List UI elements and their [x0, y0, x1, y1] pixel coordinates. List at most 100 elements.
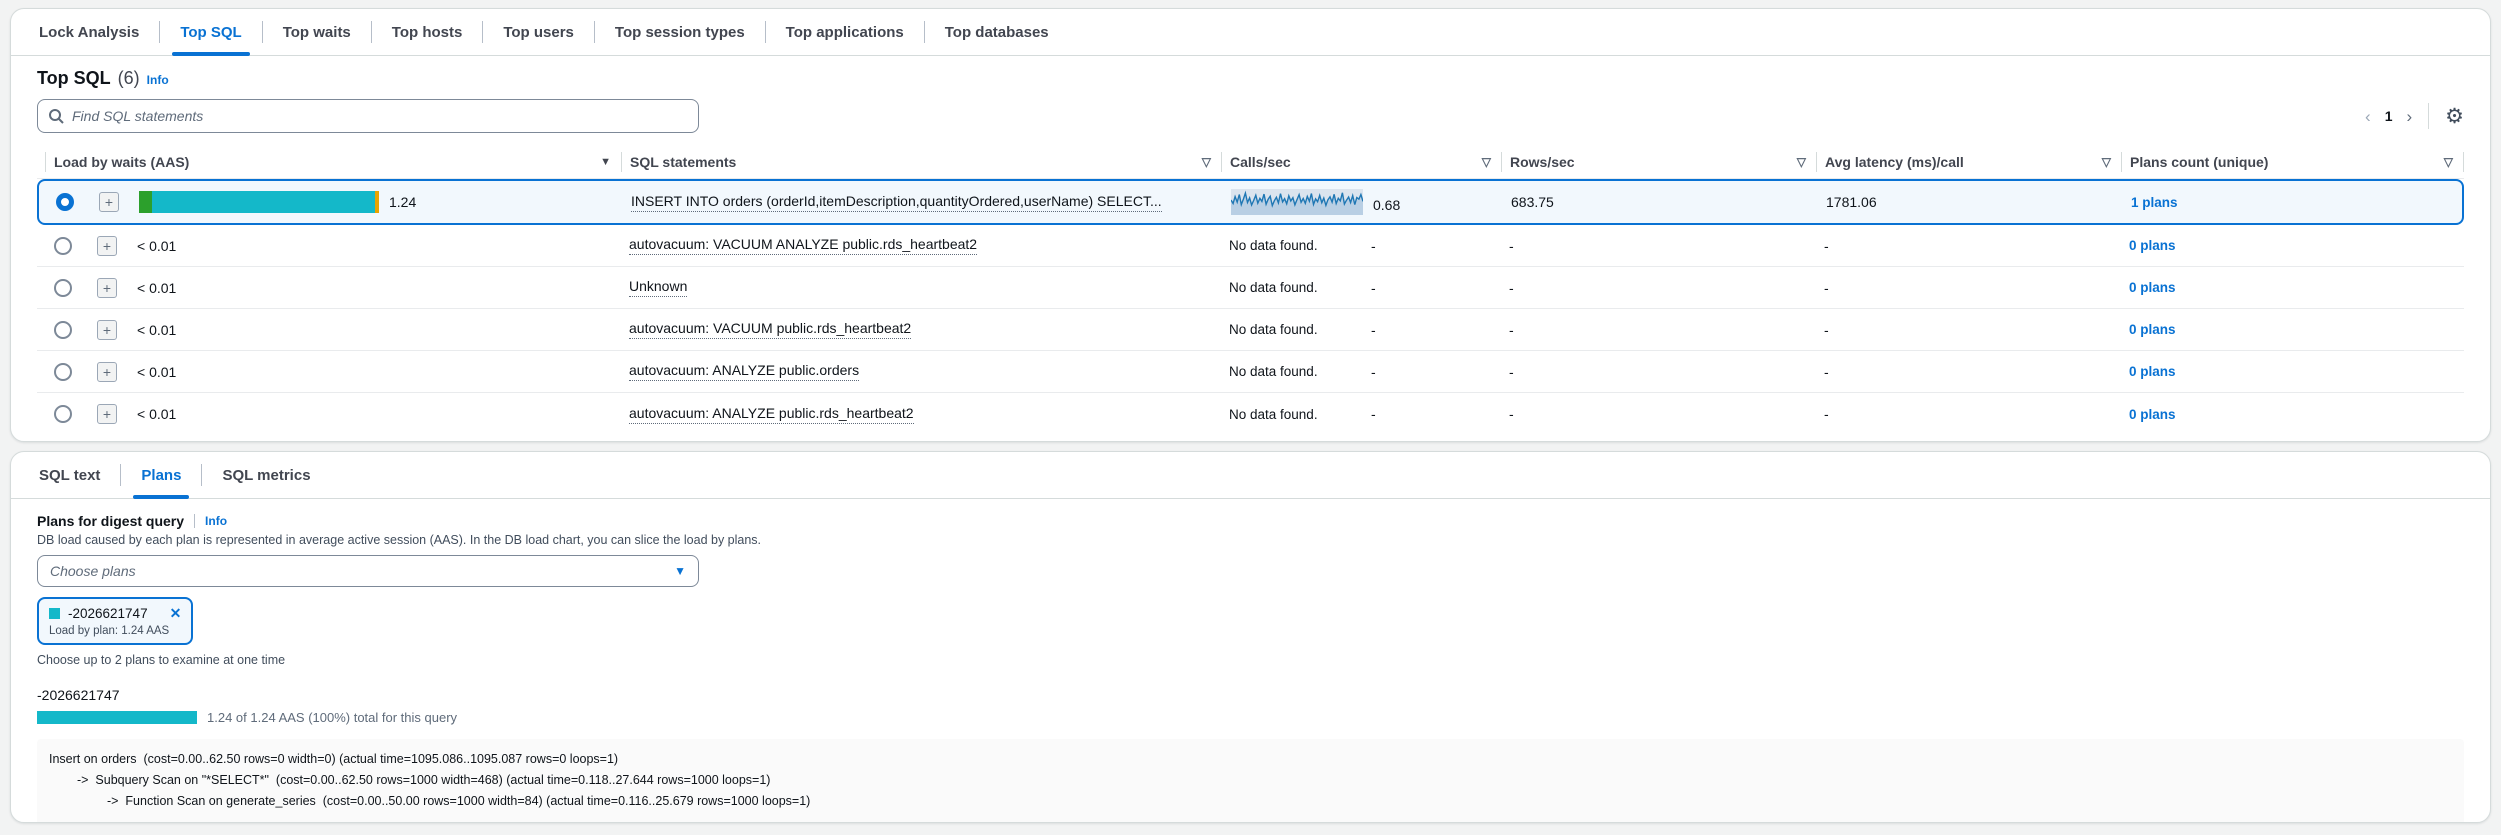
tab-sql-text[interactable]: SQL text [19, 452, 120, 498]
latency-value: - [1824, 364, 1829, 380]
choose-plans-dropdown[interactable]: Choose plans ▼ [37, 555, 699, 587]
settings-gear-icon[interactable]: ⚙ [2445, 104, 2464, 129]
load-value: 1.24 [389, 194, 416, 210]
table-row[interactable]: + < 0.01 autovacuum: VACUUM ANALYZE publ… [37, 225, 2464, 267]
latency-value: - [1824, 406, 1829, 422]
sort-icon[interactable]: ▽ [2102, 155, 2111, 169]
expand-row-icon[interactable]: + [97, 404, 117, 424]
chevron-down-icon: ▼ [674, 564, 686, 578]
expand-row-icon[interactable]: + [97, 278, 117, 298]
rows-sec-value: - [1509, 364, 1514, 380]
row-radio-selected[interactable] [56, 193, 74, 211]
table-row[interactable]: + < 0.01 autovacuum: VACUUM public.rds_h… [37, 309, 2464, 351]
plan-load-progress-label: 1.24 of 1.24 AAS (100%) total for this q… [207, 710, 457, 725]
plans-count-link[interactable]: 0 plans [2129, 280, 2176, 295]
plans-count-link[interactable]: 0 plans [2129, 407, 2176, 422]
plan-chip-id: -2026621747 [68, 606, 148, 621]
sql-statement-link[interactable]: autovacuum: VACUUM public.rds_heartbeat2 [629, 320, 911, 339]
rows-sec-value: - [1509, 280, 1514, 296]
rows-sec-value: - [1509, 238, 1514, 254]
plan-line: -> Subquery Scan on "*SELECT*" (cost=0.0… [49, 770, 2452, 791]
table-row[interactable]: + < 0.01 autovacuum: ANALYZE public.rds_… [37, 393, 2464, 435]
tab-plans[interactable]: Plans [121, 452, 201, 498]
plans-count-link[interactable]: 0 plans [2129, 322, 2176, 337]
calls-no-data: No data found. [1229, 364, 1361, 379]
table-row[interactable]: + 1.24 INSERT INTO orders (orderId,itemD… [37, 179, 2464, 225]
row-radio[interactable] [54, 405, 72, 423]
close-icon[interactable]: ✕ [170, 605, 182, 622]
table-row[interactable]: + < 0.01 Unknown No data found. - - - 0 … [37, 267, 2464, 309]
next-page-button[interactable]: › [2407, 108, 2413, 125]
sort-icon[interactable]: ▽ [1482, 155, 1491, 169]
row-radio[interactable] [54, 279, 72, 297]
column-calls-sec[interactable]: Calls/sec ▽ [1221, 152, 1501, 172]
rows-sec-value: - [1509, 322, 1514, 338]
search-box[interactable] [37, 99, 699, 133]
tab-top-applications[interactable]: Top applications [766, 9, 924, 55]
tab-top-users[interactable]: Top users [483, 9, 594, 55]
latency-value: - [1824, 280, 1829, 296]
sort-desc-icon[interactable]: ▼ [600, 156, 611, 168]
row-radio[interactable] [54, 363, 72, 381]
column-rows-sec[interactable]: Rows/sec ▽ [1501, 152, 1816, 172]
latency-value: - [1824, 322, 1829, 338]
info-link[interactable]: Info [147, 73, 169, 87]
plans-count-link[interactable]: 0 plans [2129, 364, 2176, 379]
table-header: Load by waits (AAS) ▼ SQL statements ▽ C… [37, 145, 2464, 179]
expand-row-icon[interactable]: + [97, 320, 117, 340]
expand-row-icon[interactable]: + [99, 192, 119, 212]
tab-lock-analysis[interactable]: Lock Analysis [19, 9, 159, 55]
rows-sec-value: - [1509, 406, 1514, 422]
sort-icon[interactable]: ▽ [1797, 155, 1806, 169]
calls-value: - [1371, 364, 1376, 380]
column-avg-latency[interactable]: Avg latency (ms)/call ▽ [1816, 152, 2121, 172]
calls-no-data: No data found. [1229, 280, 1361, 295]
plan-color-swatch [49, 608, 60, 619]
column-load-by-waits[interactable]: Load by waits (AAS) ▼ [45, 152, 621, 172]
selected-plan-chip[interactable]: -2026621747 ✕ Load by plan: 1.24 AAS [37, 597, 193, 645]
expand-row-icon[interactable]: + [97, 362, 117, 382]
previous-page-button[interactable]: ‹ [2365, 108, 2371, 125]
explain-plan-panel: Insert on orders (cost=0.00..62.50 rows=… [37, 739, 2464, 823]
search-input[interactable] [72, 108, 688, 124]
sort-icon[interactable]: ▽ [1202, 155, 1211, 169]
sql-statement-link[interactable]: autovacuum: VACUUM ANALYZE public.rds_he… [629, 236, 977, 255]
row-radio[interactable] [54, 321, 72, 339]
plans-count-link[interactable]: 1 plans [2131, 195, 2178, 210]
sql-statement-link[interactable]: Unknown [629, 278, 687, 297]
plans-count-link[interactable]: 0 plans [2129, 238, 2176, 253]
calls-no-data: No data found. [1229, 238, 1361, 253]
title-separator [194, 514, 195, 528]
table-row[interactable]: + < 0.01 autovacuum: ANALYZE public.orde… [37, 351, 2464, 393]
tab-top-hosts[interactable]: Top hosts [372, 9, 483, 55]
info-link[interactable]: Info [205, 514, 227, 528]
load-value: < 0.01 [137, 238, 176, 254]
plan-line: -> Function Scan on generate_series (cos… [49, 791, 2452, 812]
calls-no-data: No data found. [1229, 407, 1361, 422]
latency-value: - [1824, 238, 1829, 254]
current-page[interactable]: 1 [2385, 108, 2393, 124]
plans-section-title: Plans for digest query [37, 513, 184, 529]
calls-value: - [1371, 280, 1376, 296]
load-value: < 0.01 [137, 322, 176, 338]
sql-statement-link[interactable]: autovacuum: ANALYZE public.orders [629, 362, 859, 381]
tab-top-sql[interactable]: Top SQL [160, 9, 261, 55]
plan-chip-load: Load by plan: 1.24 AAS [49, 625, 181, 637]
tab-top-databases[interactable]: Top databases [925, 9, 1069, 55]
calls-value: 0.68 [1373, 197, 1400, 215]
calls-sparkline [1231, 189, 1363, 215]
row-radio[interactable] [54, 237, 72, 255]
tab-top-waits[interactable]: Top waits [263, 9, 371, 55]
calls-value: - [1371, 322, 1376, 338]
expand-row-icon[interactable]: + [97, 236, 117, 256]
column-sql-statements[interactable]: SQL statements ▽ [621, 152, 1221, 172]
calls-value: - [1371, 406, 1376, 422]
column-plans-count[interactable]: Plans count (unique) ▽ [2121, 152, 2464, 172]
pagination: ‹ 1 › [2365, 108, 2412, 125]
tab-sql-metrics[interactable]: SQL metrics [202, 452, 330, 498]
tab-top-session-types[interactable]: Top session types [595, 9, 765, 55]
sql-statement-link[interactable]: INSERT INTO orders (orderId,itemDescript… [631, 193, 1162, 212]
sort-icon[interactable]: ▽ [2444, 155, 2453, 169]
sql-statement-link[interactable]: autovacuum: ANALYZE public.rds_heartbeat… [629, 405, 914, 424]
controls-separator [2428, 103, 2429, 129]
